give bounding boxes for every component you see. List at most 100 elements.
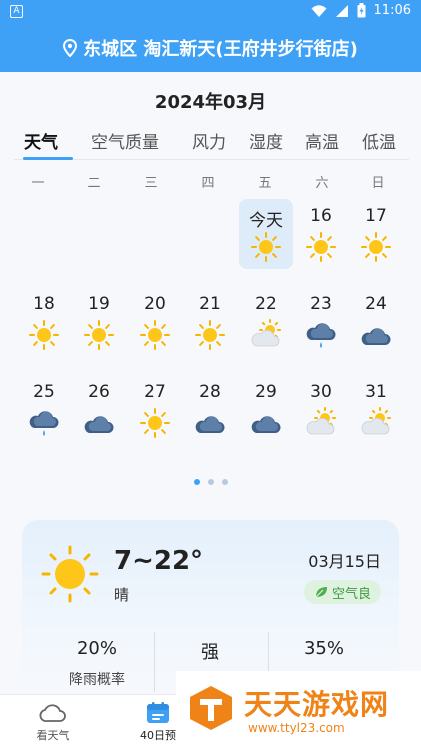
tab-high-temp[interactable]: 高温 bbox=[305, 128, 339, 153]
tab-humidity[interactable]: 湿度 bbox=[249, 128, 283, 153]
watermark-logo-icon bbox=[190, 686, 232, 730]
weekday-label: 四 bbox=[201, 176, 215, 191]
watermark-url: www.ttyl23.com bbox=[248, 721, 345, 735]
location-header[interactable]: 东城区 淘汇新天(王府井步行街店) bbox=[0, 24, 421, 72]
stat-value: 35% bbox=[303, 638, 344, 659]
watermark-title: 天天游戏网 bbox=[244, 688, 390, 721]
calendar-day[interactable]: 16 bbox=[294, 199, 348, 269]
day-label: 19 bbox=[88, 294, 110, 314]
weekday-label: 一 bbox=[31, 176, 45, 191]
weekday-label: 三 bbox=[144, 176, 158, 191]
sun-icon bbox=[251, 232, 281, 262]
day-label: 31 bbox=[365, 382, 387, 402]
tab-weather[interactable]: 天气 bbox=[24, 128, 58, 153]
calendar-day[interactable]: 17 bbox=[349, 199, 403, 269]
sun-icon bbox=[361, 232, 391, 262]
calendar-day[interactable]: 30 bbox=[294, 375, 348, 445]
weekday-label: 日 bbox=[371, 176, 385, 191]
day-label: 27 bbox=[144, 382, 166, 402]
day-label: 22 bbox=[255, 294, 277, 314]
day-label: 21 bbox=[199, 294, 221, 314]
status-bar: A 11:06 bbox=[0, 0, 421, 24]
leaf-icon bbox=[315, 587, 327, 598]
weekday-label: 五 bbox=[258, 176, 272, 191]
pager-dot[interactable] bbox=[193, 479, 200, 485]
weather-condition: 晴 bbox=[114, 586, 130, 604]
selected-date: 03月15日 bbox=[308, 552, 381, 571]
day-label: 23 bbox=[310, 294, 332, 314]
location-pin-icon bbox=[63, 39, 78, 57]
calendar-day[interactable]: 25 bbox=[17, 375, 71, 445]
battery-icon bbox=[357, 3, 366, 18]
cloud-icon bbox=[361, 328, 391, 345]
partly-cloudy-icon bbox=[251, 319, 281, 347]
stat-value: 强 bbox=[201, 642, 219, 663]
tab-wind[interactable]: 风力 bbox=[192, 128, 226, 153]
calendar-day[interactable]: 19 bbox=[72, 287, 126, 357]
stat-value: 20% bbox=[76, 638, 117, 659]
day-label: 今天 bbox=[249, 211, 283, 231]
calendar-day[interactable]: 26 bbox=[72, 375, 126, 445]
calendar-day[interactable]: 31 bbox=[349, 375, 403, 445]
calendar-icon bbox=[147, 702, 169, 723]
nav-weather[interactable]: 看天气 bbox=[13, 701, 93, 743]
calendar-day[interactable]: 29 bbox=[239, 375, 293, 445]
pager-dots bbox=[0, 479, 421, 485]
app-notification-icon: A bbox=[10, 5, 23, 18]
stat-wind: 强 bbox=[155, 638, 265, 674]
location-title: 东城区 淘汇新天(王府井步行街店) bbox=[83, 39, 358, 60]
calendar-day[interactable]: 28 bbox=[183, 375, 237, 445]
cloud-icon bbox=[84, 416, 114, 433]
tab-low-temp[interactable]: 低温 bbox=[362, 128, 396, 153]
cloud-outline-icon bbox=[39, 704, 66, 722]
stat-rain-probability: 20% 降雨概率 bbox=[42, 638, 152, 689]
calendar-day[interactable]: 18 bbox=[17, 287, 71, 357]
calendar-day[interactable]: 27 bbox=[128, 375, 182, 445]
temperature-range: 7~22° bbox=[114, 546, 204, 576]
stat-humidity: 35% bbox=[269, 638, 379, 669]
sun-icon bbox=[41, 545, 99, 603]
sun-icon bbox=[84, 320, 114, 350]
calendar-day[interactable]: 20 bbox=[128, 287, 182, 357]
calendar-day-today[interactable]: 今天 bbox=[239, 199, 293, 269]
calendar-day[interactable]: 23 bbox=[294, 287, 348, 357]
rain-cloud-icon bbox=[306, 323, 336, 348]
day-label: 26 bbox=[88, 382, 110, 402]
nav-label: 看天气 bbox=[36, 729, 70, 742]
pager-dot[interactable] bbox=[207, 479, 214, 485]
rain-cloud-icon bbox=[29, 411, 59, 436]
day-label: 28 bbox=[199, 382, 221, 402]
site-watermark: 天天游戏网 www.ttyl23.com bbox=[176, 671, 421, 748]
sun-icon bbox=[29, 320, 59, 350]
day-label: 24 bbox=[365, 294, 387, 314]
day-label: 29 bbox=[255, 382, 277, 402]
signal-icon bbox=[335, 4, 348, 17]
weekday-label: 二 bbox=[87, 176, 101, 191]
partly-cloudy-icon bbox=[306, 407, 336, 435]
status-time: 11:06 bbox=[373, 3, 411, 18]
cloud-icon bbox=[195, 416, 225, 433]
day-label: 16 bbox=[310, 206, 332, 226]
weekday-header: 一 二 三 四 五 六 日 bbox=[16, 172, 406, 192]
pager-dot[interactable] bbox=[221, 479, 228, 485]
stat-label: 降雨概率 bbox=[69, 672, 125, 688]
day-label: 20 bbox=[144, 294, 166, 314]
status-icons: 11:06 bbox=[311, 3, 411, 18]
day-label: 30 bbox=[310, 382, 332, 402]
sun-icon bbox=[195, 320, 225, 350]
air-quality-label: 空气良 bbox=[331, 586, 371, 602]
air-quality-badge: 空气良 bbox=[303, 580, 381, 604]
sun-icon bbox=[306, 232, 336, 262]
active-tab-indicator bbox=[23, 157, 73, 160]
partly-cloudy-icon bbox=[361, 407, 391, 435]
month-title: 2024年03月 bbox=[154, 92, 267, 113]
day-label: 17 bbox=[365, 206, 387, 226]
calendar-day[interactable]: 24 bbox=[349, 287, 403, 357]
day-label: 18 bbox=[33, 294, 55, 314]
weekday-label: 六 bbox=[315, 176, 329, 191]
cloud-icon bbox=[251, 416, 281, 433]
calendar-day[interactable]: 21 bbox=[183, 287, 237, 357]
wifi-icon bbox=[311, 4, 327, 17]
calendar-day[interactable]: 22 bbox=[239, 287, 293, 357]
tab-air-quality[interactable]: 空气质量 bbox=[91, 128, 159, 153]
